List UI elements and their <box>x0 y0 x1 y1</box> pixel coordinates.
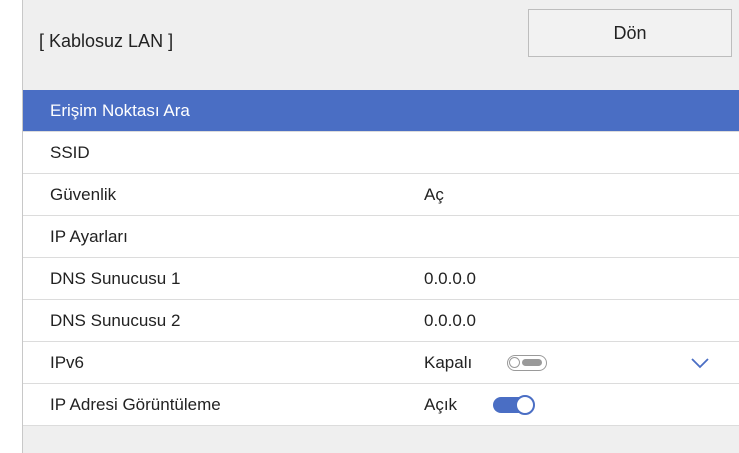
menu-item-dns-server-1[interactable]: DNS Sunucusu 1 0.0.0.0 <box>23 258 739 300</box>
menu-item-value: Kapalı <box>424 352 473 372</box>
menu-item-label: Erişim Noktası Ara <box>50 100 190 120</box>
chevron-down-icon[interactable] <box>691 354 709 369</box>
menu-item-ip-settings[interactable]: IP Ayarları <box>23 216 739 258</box>
menu-item-label: IP Ayarları <box>50 226 128 246</box>
menu-item-search-access-point[interactable]: Erişim Noktası Ara <box>23 90 739 132</box>
menu-item-label: DNS Sunucusu 1 <box>50 268 181 288</box>
menu-item-value: Açık <box>424 394 458 414</box>
back-button[interactable]: Dön <box>528 9 732 57</box>
menu-item-security[interactable]: Güvenlik Aç <box>23 174 739 216</box>
toggle-knob <box>515 395 535 415</box>
menu-item-label: IPv6 <box>50 352 85 372</box>
menu-item-label: Güvenlik <box>50 184 117 204</box>
menu-item-value: Aç <box>424 184 444 204</box>
toggle-track <box>522 359 542 366</box>
menu-item-value: 0.0.0.0 <box>424 310 476 330</box>
wireless-lan-panel: [ Kablosuz LAN ] Dön Erişim Noktası Ara … <box>22 0 739 453</box>
menu-item-value: 0.0.0.0 <box>424 268 476 288</box>
menu-item-label: SSID <box>50 142 90 162</box>
menu-item-ipv6[interactable]: IPv6 Kapalı <box>23 342 739 384</box>
menu-item-label: DNS Sunucusu 2 <box>50 310 181 330</box>
ipv6-toggle[interactable] <box>507 355 547 371</box>
page-title: [ Kablosuz LAN ] <box>39 31 174 51</box>
menu-item-dns-server-2[interactable]: DNS Sunucusu 2 0.0.0.0 <box>23 300 739 342</box>
ip-address-display-toggle[interactable] <box>493 395 535 415</box>
menu-item-ip-address-display[interactable]: IP Adresi Görüntüleme Açık <box>23 384 739 426</box>
menu-item-ssid[interactable]: SSID <box>23 132 739 174</box>
toggle-knob <box>509 357 520 368</box>
menu-item-label: IP Adresi Görüntüleme <box>50 394 221 414</box>
settings-menu: Erişim Noktası Ara SSID Güvenlik Aç IP A… <box>23 90 739 426</box>
